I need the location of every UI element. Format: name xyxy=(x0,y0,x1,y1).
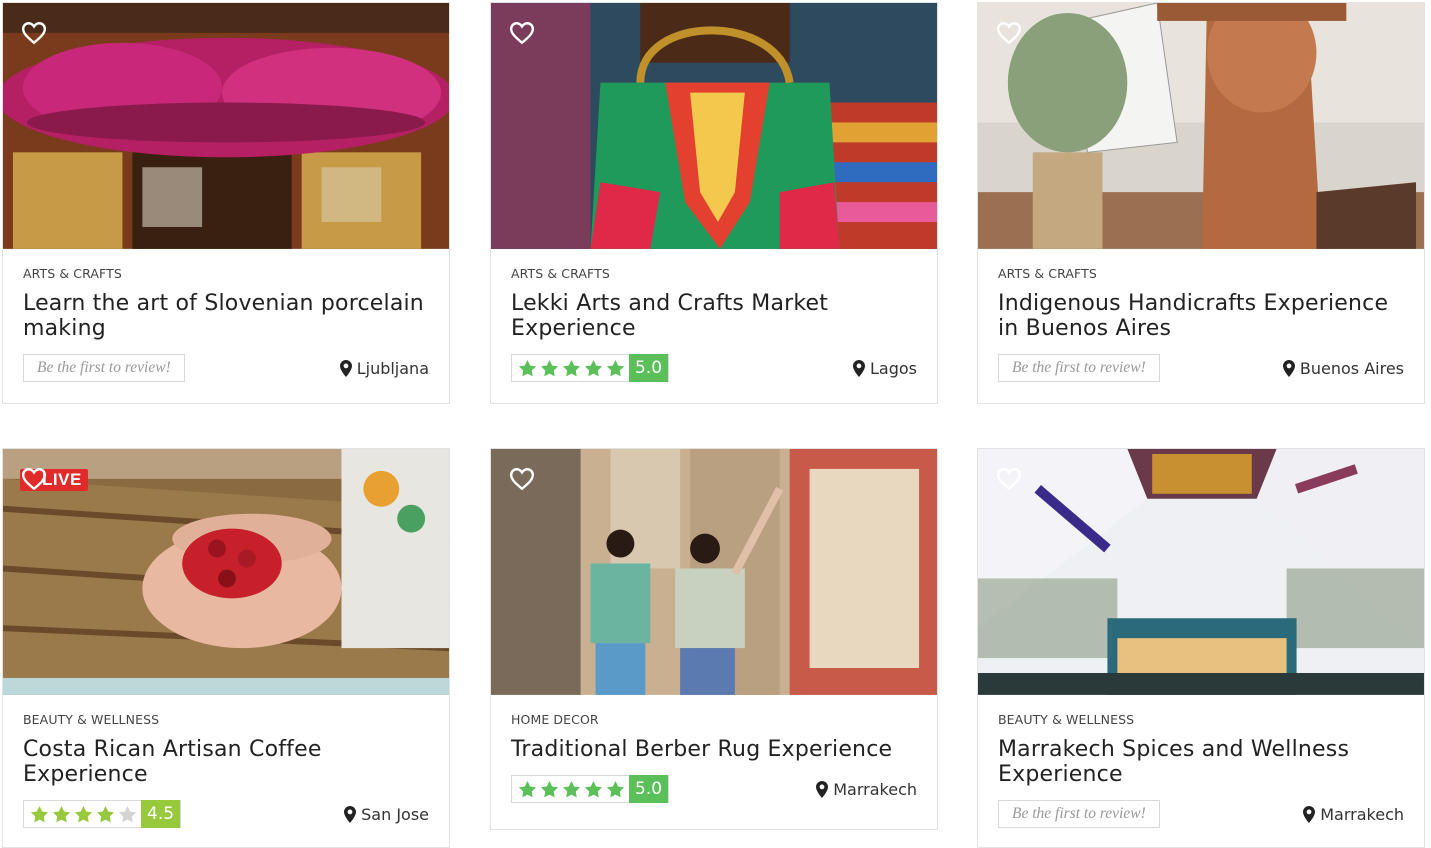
star-icon xyxy=(52,805,71,822)
location-label: San Jose xyxy=(361,804,429,824)
card-image[interactable] xyxy=(978,3,1424,250)
star-icon xyxy=(584,359,603,376)
star-icon xyxy=(518,780,537,797)
experience-card[interactable]: LIVE BEAUTY & WELLNESS Costa Rican Artis… xyxy=(2,448,450,848)
star-icon xyxy=(540,780,559,797)
rating-badge: 5.0 xyxy=(511,354,670,382)
star-icon xyxy=(562,780,581,797)
card-image[interactable] xyxy=(3,3,449,250)
card-image[interactable] xyxy=(978,449,1424,696)
star-icon xyxy=(518,359,537,376)
first-review-button[interactable]: Be the first to review! xyxy=(998,354,1160,382)
experience-card[interactable]: HOME DECOR Traditional Berber Rug Experi… xyxy=(490,448,938,830)
location-label: Marrakech xyxy=(833,779,917,799)
card-category: HOME DECOR xyxy=(511,712,599,727)
rating-score: 5.0 xyxy=(629,775,669,803)
first-review-button[interactable]: Be the first to review! xyxy=(998,800,1160,828)
map-pin-icon xyxy=(1282,359,1295,377)
card-category: ARTS & CRAFTS xyxy=(23,266,122,281)
experience-card[interactable]: ARTS & CRAFTS Indigenous Handicrafts Exp… xyxy=(977,2,1425,404)
favorite-heart-icon[interactable] xyxy=(996,21,1022,45)
card-image[interactable]: LIVE xyxy=(3,449,449,696)
card-image[interactable] xyxy=(491,449,937,696)
star-icon xyxy=(562,359,581,376)
star-rating xyxy=(24,805,141,824)
location-label: Buenos Aires xyxy=(1299,358,1404,378)
card-title[interactable]: Lekki Arts and Crafts Market Experience xyxy=(511,291,917,341)
card-title[interactable]: Indigenous Handicrafts Experience in Bue… xyxy=(998,291,1404,341)
star-rating xyxy=(512,359,629,378)
rating-score: 4.5 xyxy=(141,800,181,828)
card-category: ARTS & CRAFTS xyxy=(511,266,610,281)
star-icon xyxy=(30,805,49,822)
star-icon xyxy=(606,359,625,376)
location-label: Lagos xyxy=(870,358,917,378)
location-label: Marrakech xyxy=(1320,804,1404,824)
star-icon xyxy=(540,359,559,376)
favorite-heart-icon[interactable] xyxy=(509,467,535,491)
card-title[interactable]: Marrakech Spices and Wellness Experience xyxy=(998,737,1404,787)
card-category: BEAUTY & WELLNESS xyxy=(998,712,1135,727)
experience-card[interactable]: BEAUTY & WELLNESS Marrakech Spices and W… xyxy=(977,448,1425,848)
favorite-heart-icon[interactable] xyxy=(996,467,1022,491)
card-title[interactable]: Costa Rican Artisan Coffee Experience xyxy=(23,737,429,787)
location-label: Ljubljana xyxy=(356,358,429,378)
map-pin-icon xyxy=(816,780,829,798)
experience-card[interactable]: ARTS & CRAFTS Lekki Arts and Crafts Mark… xyxy=(490,2,938,404)
card-title[interactable]: Traditional Berber Rug Experience xyxy=(511,737,917,762)
card-location: Buenos Aires xyxy=(1282,358,1404,378)
favorite-heart-icon[interactable] xyxy=(509,21,535,45)
rating-badge: 4.5 xyxy=(23,800,182,828)
star-icon xyxy=(606,780,625,797)
star-icon xyxy=(118,805,137,822)
rating-score: 5.0 xyxy=(629,354,669,382)
map-pin-icon xyxy=(853,359,865,377)
card-location: San Jose xyxy=(344,805,429,824)
card-image[interactable] xyxy=(491,3,937,250)
map-pin-icon xyxy=(344,805,357,823)
star-icon xyxy=(96,805,115,822)
star-rating xyxy=(512,780,629,799)
card-location: Marrakech xyxy=(1303,805,1404,824)
favorite-heart-icon[interactable] xyxy=(21,21,47,45)
map-pin-icon xyxy=(339,359,352,377)
card-category: ARTS & CRAFTS xyxy=(998,266,1097,281)
card-category: BEAUTY & WELLNESS xyxy=(23,712,160,727)
card-location: Marrakech xyxy=(816,780,917,799)
card-title[interactable]: Learn the art of Slovenian porcelain mak… xyxy=(23,291,429,341)
card-location: Ljubljana xyxy=(339,358,429,378)
rating-badge: 5.0 xyxy=(511,775,670,803)
map-pin-icon xyxy=(1303,805,1316,823)
first-review-button[interactable]: Be the first to review! xyxy=(23,354,185,382)
experience-card[interactable]: ARTS & CRAFTS Learn the art of Slovenian… xyxy=(2,2,450,404)
star-icon xyxy=(74,805,93,822)
star-icon xyxy=(584,780,603,797)
card-location: Lagos xyxy=(853,359,917,378)
favorite-heart-icon[interactable] xyxy=(21,467,47,491)
